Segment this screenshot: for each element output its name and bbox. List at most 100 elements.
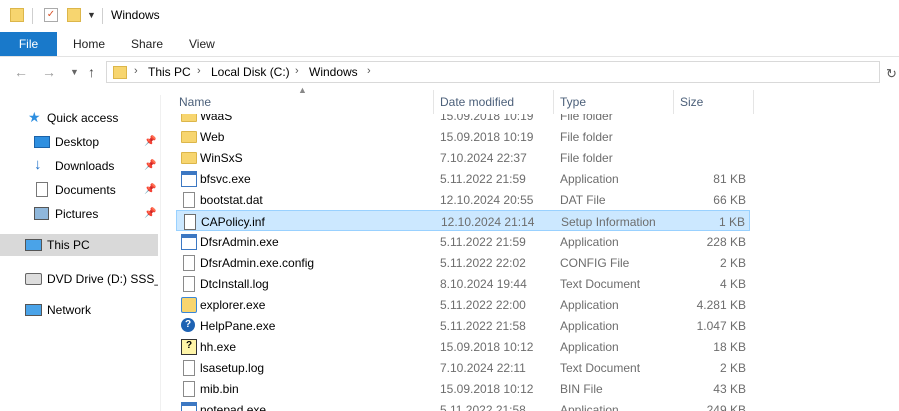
tab-home[interactable]: Home [73, 32, 105, 56]
file-name: DfsrAdmin.exe [200, 235, 279, 249]
file-type: BIN File [560, 382, 603, 396]
file-size: 4 KB [719, 277, 746, 291]
document-icon [183, 192, 195, 208]
document-icon [183, 255, 195, 271]
document-icon [183, 276, 195, 292]
file-row[interactable]: explorer.exe 5.11.2022 22:00 Application 4.… [176, 294, 750, 315]
title-bar: ✓ ▼ Windows [0, 0, 899, 32]
tab-file[interactable]: File [0, 32, 57, 56]
file-name: DfsrAdmin.exe.config [200, 256, 315, 270]
divider [32, 8, 33, 24]
file-size: 1 KB [718, 215, 745, 229]
application-icon [181, 171, 197, 187]
window-title: Windows [111, 8, 160, 22]
ribbon-tabs: File Home Share View [0, 32, 899, 57]
file-size: 2 KB [719, 361, 746, 375]
column-divider[interactable] [433, 90, 434, 114]
file-date-modified: 12.10.2024 21:14 [441, 215, 535, 229]
file-date-modified: 5.11.2022 21:58 [440, 319, 526, 333]
breadcrumb-separator-icon[interactable]: › [197, 65, 201, 77]
recent-locations-chevron-icon[interactable]: ▼ [70, 67, 79, 77]
file-type: Application [560, 319, 619, 333]
column-header-type[interactable]: Type [560, 90, 586, 114]
back-arrow-icon[interactable]: ← [14, 64, 28, 80]
file-name: hh.exe [200, 340, 237, 354]
file-type: File folder [560, 130, 613, 144]
file-type: Application [560, 340, 619, 354]
file-type: Application [560, 298, 619, 312]
new-folder-icon[interactable] [67, 8, 81, 22]
folder-icon[interactable] [10, 8, 24, 22]
file-type: CONFIG File [560, 256, 630, 270]
file-date-modified: 15.09.2018 10:19 [440, 130, 534, 144]
file-row[interactable]: CAPolicy.inf 12.10.2024 21:14 Setup Inform… [176, 210, 750, 231]
file-row[interactable]: WaaS 15.09.2018 10:19 File folder [176, 114, 750, 126]
application-icon [181, 234, 197, 250]
file-size: 2 KB [719, 256, 746, 270]
column-divider[interactable] [553, 90, 554, 114]
forward-arrow-icon[interactable]: → [42, 64, 56, 80]
sort-ascending-icon: ▲ [298, 85, 307, 95]
breadcrumb-this-pc[interactable]: This PC [148, 65, 191, 79]
file-date-modified: 12.10.2024 20:55 [440, 193, 534, 207]
file-name: WaaS [200, 114, 233, 123]
file-row[interactable]: mib.bin 15.09.2018 10:12 BIN File 43 KB [176, 378, 750, 399]
folder-icon [181, 131, 197, 143]
file-date-modified: 5.11.2022 21:59 [440, 172, 526, 186]
file-date-modified: 15.09.2018 10:12 [440, 340, 534, 354]
file-name: Web [200, 130, 225, 144]
navigation-bar: ← → ▼ ↑ › This PC › Local Disk (C:) › Wi… [0, 57, 899, 87]
file-row[interactable]: ? hh.exe 15.09.2018 10:12 Application 18 KB [176, 336, 750, 357]
file-size: 228 KB [706, 235, 746, 249]
breadcrumb-windows[interactable]: Windows [309, 65, 358, 79]
file-row[interactable]: ? HelpPane.exe 5.11.2022 21:58 Application 1… [176, 315, 750, 336]
file-size: 249 KB [706, 403, 746, 411]
column-divider[interactable] [753, 90, 754, 114]
folder-icon [181, 152, 197, 164]
tab-view[interactable]: View [189, 32, 215, 56]
address-bar[interactable]: › This PC › Local Disk (C:) › Windows › [106, 61, 880, 83]
file-name: WinSxS [200, 151, 243, 165]
file-row[interactable]: bootstat.dat 12.10.2024 20:55 DAT File 66 K… [176, 189, 750, 210]
file-date-modified: 8.10.2024 19:44 [440, 277, 527, 291]
up-arrow-icon[interactable]: ↑ [88, 64, 95, 80]
breadcrumb-local-disk[interactable]: Local Disk (C:) [211, 65, 290, 79]
column-divider[interactable] [673, 90, 674, 114]
file-size: 18 KB [713, 340, 746, 354]
properties-icon[interactable]: ✓ [44, 8, 58, 22]
file-name: CAPolicy.inf [201, 215, 265, 229]
file-size: 4.281 KB [696, 298, 746, 312]
application-icon [181, 402, 197, 411]
file-type: Setup Information [561, 215, 656, 229]
file-row[interactable]: Web 15.09.2018 10:19 File folder [176, 126, 750, 147]
vertical-scrollbar[interactable] [892, 90, 899, 411]
file-row[interactable]: DfsrAdmin.exe 5.11.2022 21:59 Application 2… [176, 231, 750, 252]
breadcrumb-separator-icon[interactable]: › [295, 65, 299, 77]
customize-toolbar-chevron-icon[interactable]: ▼ [87, 10, 96, 20]
file-size: 1.047 KB [696, 319, 746, 333]
file-row[interactable]: lsasetup.log 7.10.2024 22:11 Text Document… [176, 357, 750, 378]
file-row[interactable]: WinSxS 7.10.2024 22:37 File folder [176, 147, 750, 168]
breadcrumb-separator-icon[interactable]: › [367, 65, 371, 77]
help-icon: ? [181, 318, 195, 332]
file-date-modified: 7.10.2024 22:37 [440, 151, 527, 165]
column-header-size[interactable]: Size [680, 90, 703, 114]
explorer-icon [181, 297, 197, 313]
file-name: bfsvc.exe [200, 172, 251, 186]
column-header-date-modified[interactable]: Date modified [440, 90, 514, 114]
file-row[interactable]: DfsrAdmin.exe.config 5.11.2022 22:02 CONFI… [176, 252, 750, 273]
file-row[interactable]: bfsvc.exe 5.11.2022 21:59 Application 81 KB [176, 168, 750, 189]
file-row[interactable]: DtcInstall.log 8.10.2024 19:44 Text Docume… [176, 273, 750, 294]
help-file-icon: ? [181, 339, 197, 355]
file-date-modified: 5.11.2022 21:58 [440, 403, 526, 411]
file-row[interactable]: notepad.exe 5.11.2022 21:58 Application 249… [176, 399, 750, 411]
document-icon [183, 381, 195, 397]
file-type: DAT File [560, 193, 606, 207]
tab-share[interactable]: Share [131, 32, 163, 56]
file-type: Application [560, 172, 619, 186]
file-name: HelpPane.exe [200, 319, 276, 333]
document-icon [183, 360, 195, 376]
column-header-name[interactable]: Name [179, 90, 211, 114]
file-name: DtcInstall.log [200, 277, 269, 291]
refresh-icon[interactable]: ↻ [886, 66, 897, 82]
